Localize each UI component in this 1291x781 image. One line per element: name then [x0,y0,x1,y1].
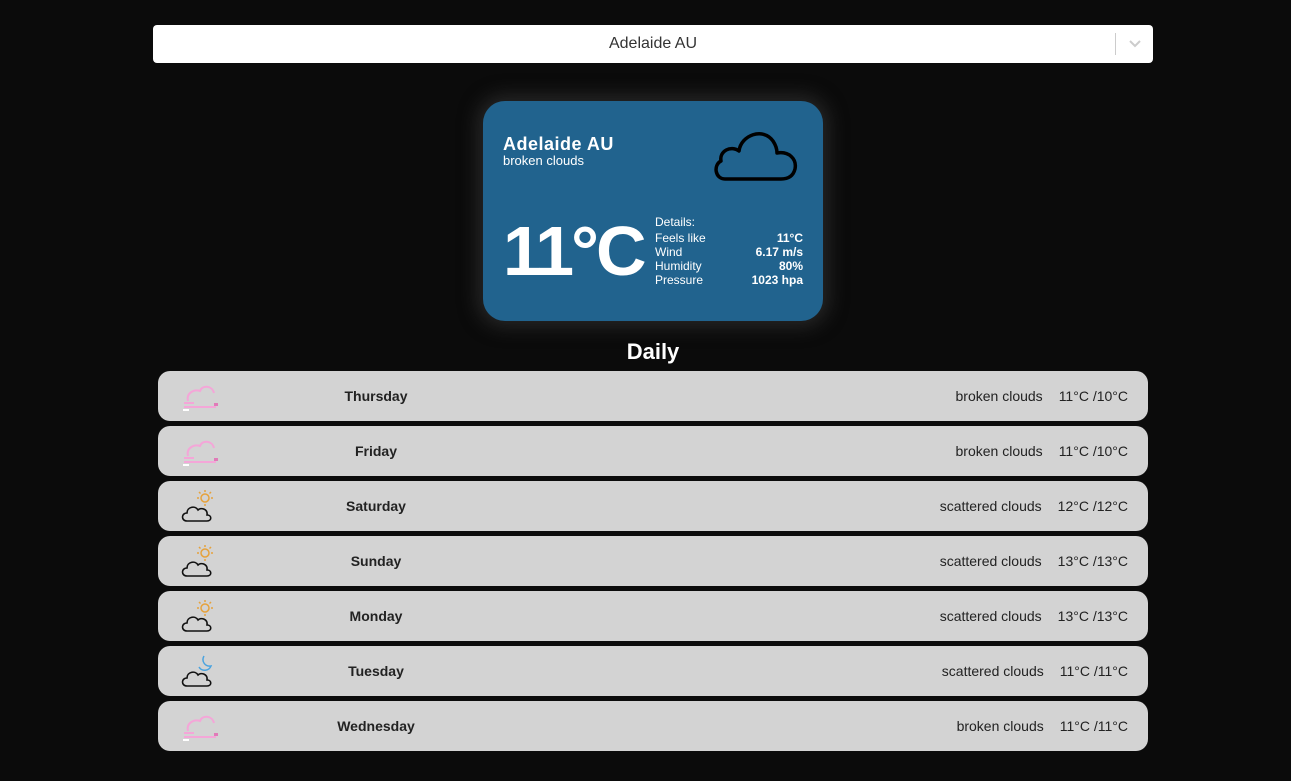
forecast-description: broken clouds [955,443,1043,459]
detail-label: Humidity [655,259,702,273]
current-weather-card: Adelaide AU broken clouds 11°C Details: … [483,101,823,321]
forecast-day: Monday [349,608,403,624]
detail-value: 11°C [776,231,803,245]
forecast-description: broken clouds [956,718,1044,734]
detail-row-wind: Wind 6.17 m/s [655,245,803,259]
forecast-day: Friday [354,443,397,459]
forecast-day: Wednesday [337,718,415,734]
forecast-description: scattered clouds [941,663,1044,679]
detail-row-feels-like: Feels like 11°C [655,231,803,245]
broken-clouds-icon [180,379,220,413]
details-title: Details: [655,215,696,229]
forecast-temps: 11°C /11°C [1059,718,1128,734]
forecast-description: scattered clouds [939,608,1042,624]
detail-value: 6.17 m/s [755,245,803,259]
forecast-day: Saturday [346,498,406,514]
forecast-day: Tuesday [348,663,404,679]
broken-clouds-icon [180,434,220,468]
detail-label: Pressure [655,273,704,287]
partly-sunny-icon [180,599,220,633]
partly-sunny-icon [180,544,220,578]
detail-label: Wind [655,245,683,259]
forecast-row[interactable]: Saturday scattered clouds 12°C /12°C [158,481,1148,531]
forecast-description: scattered clouds [939,553,1042,569]
detail-value: 1023 hpa [751,273,803,287]
forecast-temps: 11°C /11°C [1059,663,1128,679]
forecast-row[interactable]: Wednesday broken clouds 11°C /11°C [158,701,1148,751]
city-search-value[interactable]: Adelaide AU [153,25,1115,63]
detail-value: 80% [778,259,803,273]
forecast-day: Thursday [344,388,408,404]
daily-title: Daily [626,339,680,364]
broken-clouds-icon [180,709,220,743]
forecast-description: scattered clouds [939,498,1042,514]
cloudy-night-icon [180,654,220,688]
forecast-row[interactable]: Monday scattered clouds 13°C /13°C [158,591,1148,641]
daily-forecast-list: Thursday broken clouds 11°C /10°C Friday … [158,371,1148,756]
details-panel: Details: Feels like 11°C Wind 6.17 m/s H… [655,215,803,287]
detail-label: Feels like [655,231,706,245]
forecast-row[interactable]: Thursday broken clouds 11°C /10°C [158,371,1148,421]
forecast-temps: 13°C /13°C [1057,553,1128,569]
partly-sunny-icon [180,489,220,523]
chevron-down-icon [1128,40,1141,48]
current-temperature: 11°C [503,212,647,290]
forecast-row[interactable]: Friday broken clouds 11°C /10°C [158,426,1148,476]
forecast-temps: 13°C /13°C [1057,608,1128,624]
city-search-select[interactable]: Adelaide AU [153,25,1153,63]
detail-row-pressure: Pressure 1023 hpa [655,273,803,287]
cloud-icon [714,132,798,181]
forecast-row[interactable]: Sunday scattered clouds 13°C /13°C [158,536,1148,586]
current-description: broken clouds [503,153,584,168]
current-city: Adelaide AU [503,134,614,154]
forecast-temps: 11°C /10°C [1058,443,1128,459]
forecast-day: Sunday [350,553,402,569]
forecast-row[interactable]: Tuesday scattered clouds 11°C /11°C [158,646,1148,696]
forecast-temps: 12°C /12°C [1057,498,1128,514]
dropdown-toggle[interactable] [1116,25,1153,63]
forecast-description: broken clouds [955,388,1043,404]
detail-row-humidity: Humidity 80% [655,259,803,273]
forecast-temps: 11°C /10°C [1058,388,1128,404]
